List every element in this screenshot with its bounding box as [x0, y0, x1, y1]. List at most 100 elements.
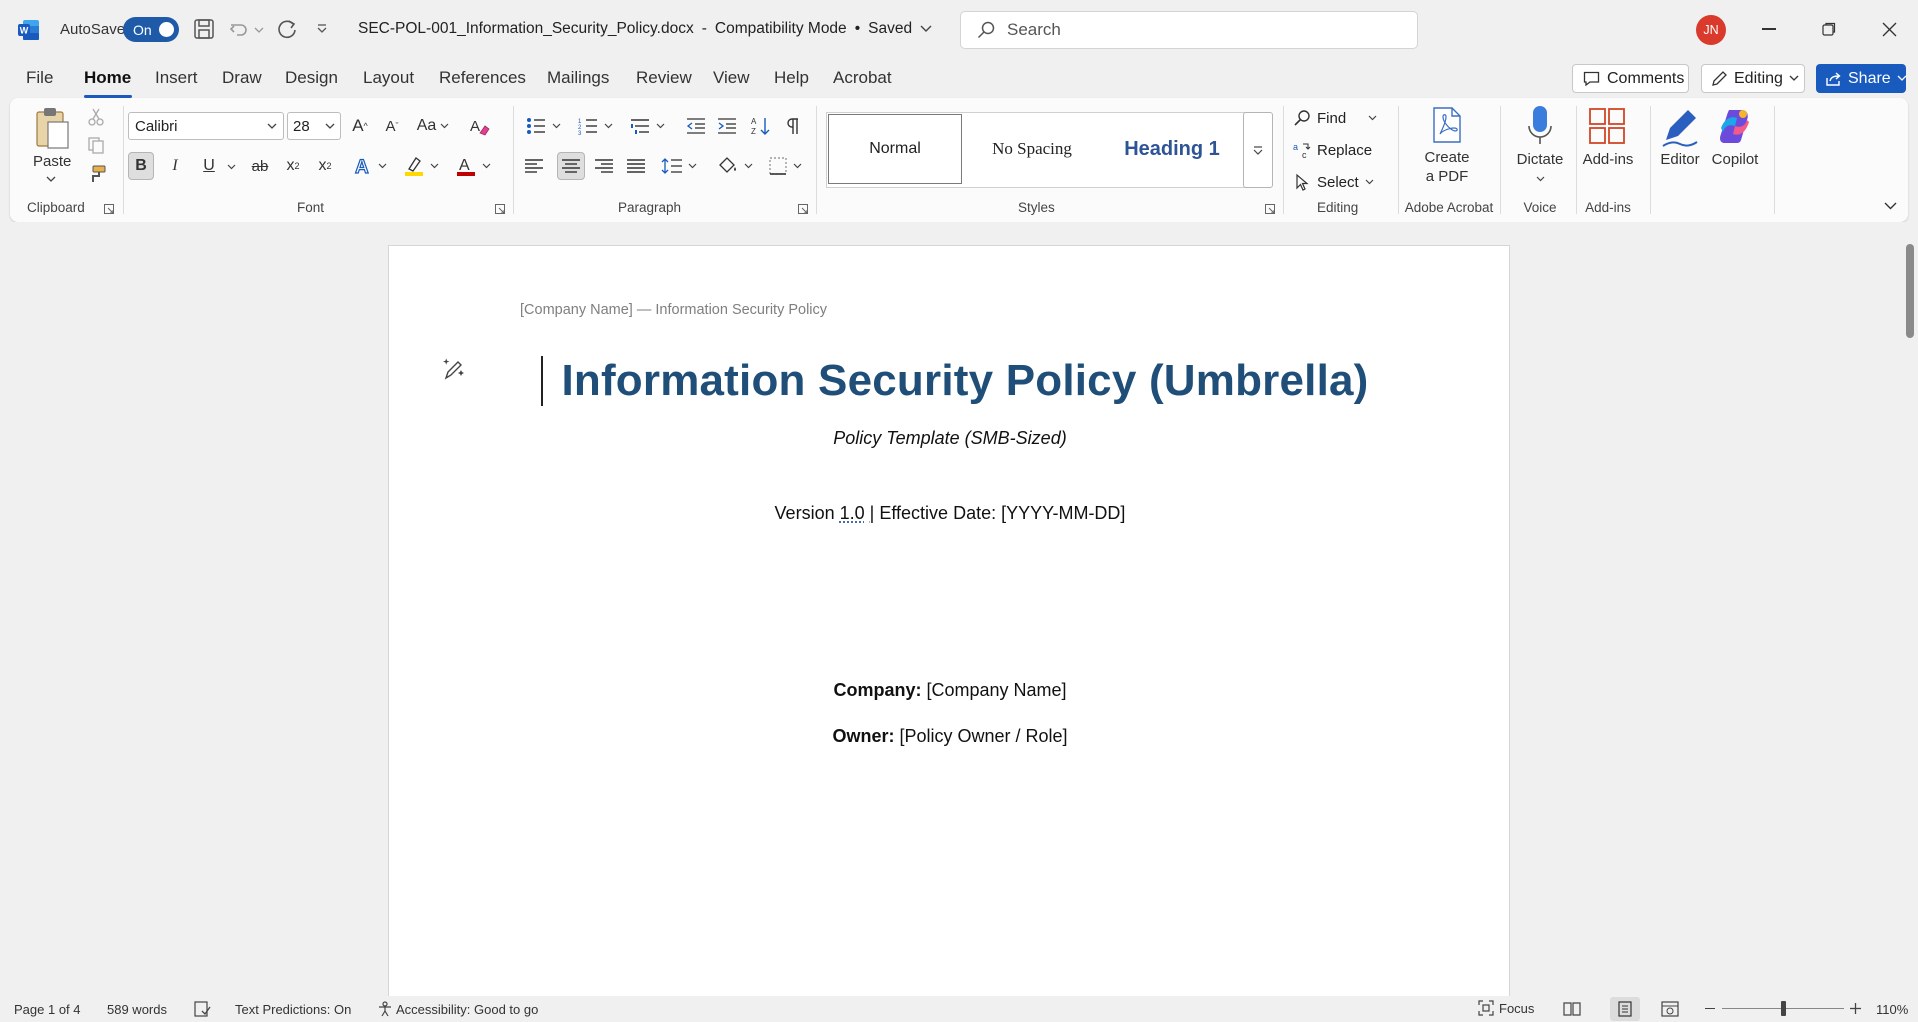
numbering-button[interactable]: 123 [572, 112, 618, 140]
document-title[interactable]: SEC-POL-001_Information_Security_Policy.… [358, 20, 932, 38]
tab-acrobat[interactable]: Acrobat [833, 68, 892, 88]
copilot-icon[interactable] [1715, 106, 1755, 146]
dictate-label[interactable]: Dictate [1507, 150, 1573, 169]
tab-view[interactable]: View [713, 68, 750, 88]
show-formatting-marks-button[interactable] [780, 112, 806, 140]
editing-mode-button[interactable]: Editing [1701, 64, 1805, 93]
document-title[interactable]: Information Security Policy (Umbrella) [389, 356, 1511, 406]
vertical-scrollbar[interactable] [1902, 222, 1918, 996]
web-layout-icon[interactable] [1661, 1001, 1679, 1017]
zoom-in-icon[interactable] [1850, 1003, 1861, 1014]
zoom-out-icon[interactable] [1705, 1008, 1715, 1010]
shrink-font-button[interactable]: Aˇ [379, 112, 405, 140]
focus-button[interactable]: Focus [1478, 1000, 1534, 1016]
cut-icon[interactable] [87, 108, 105, 126]
styles-more-button[interactable] [1243, 112, 1273, 188]
paste-label[interactable]: Paste [33, 152, 71, 171]
collapse-ribbon-icon[interactable] [1884, 202, 1897, 210]
tab-references[interactable]: References [439, 68, 526, 88]
underline-dropdown-icon[interactable] [227, 164, 236, 170]
sort-button[interactable]: AZ [748, 112, 774, 140]
text-predictions[interactable]: Text Predictions: On [235, 1002, 351, 1017]
highlight-color-button[interactable] [400, 152, 442, 180]
document-page[interactable]: [Company Name] — Information Security Po… [388, 245, 1510, 996]
scrollbar-thumb[interactable] [1906, 244, 1914, 338]
bullets-button[interactable] [520, 112, 566, 140]
page-header[interactable]: [Company Name] — Information Security Po… [520, 302, 827, 318]
autosave-toggle[interactable]: On [123, 17, 179, 42]
page-count[interactable]: Page 1 of 4 [14, 1002, 81, 1017]
tab-design[interactable]: Design [285, 68, 338, 88]
version-line[interactable]: Version 1.0 | Effective Date: [YYYY-MM-D… [389, 503, 1511, 524]
grow-font-button[interactable]: A ^ [347, 112, 373, 140]
tab-home[interactable]: Home [84, 68, 131, 88]
text-effects-button[interactable]: A [350, 152, 390, 180]
font-launcher-icon[interactable] [495, 204, 505, 214]
undo-dropdown-icon[interactable] [254, 26, 264, 34]
redo-icon[interactable] [276, 18, 298, 40]
share-button[interactable]: Share [1816, 64, 1907, 93]
align-left-button[interactable] [520, 152, 548, 180]
format-painter-icon[interactable] [87, 164, 107, 184]
copy-icon[interactable] [87, 136, 105, 154]
tab-insert[interactable]: Insert [155, 68, 198, 88]
create-pdf-icon[interactable] [1430, 106, 1464, 144]
font-color-button[interactable]: A [452, 152, 494, 180]
user-avatar[interactable]: JN [1696, 15, 1726, 45]
tab-mailings[interactable]: Mailings [547, 68, 609, 88]
borders-button[interactable] [764, 152, 806, 180]
subscript-button[interactable]: x2 [280, 152, 306, 180]
tab-file[interactable]: File [26, 68, 53, 88]
shading-button[interactable] [714, 152, 756, 180]
style-no-spacing[interactable]: No Spacing [965, 114, 1099, 184]
search-box[interactable]: Search [960, 11, 1418, 49]
tab-review[interactable]: Review [636, 68, 692, 88]
zoom-slider-thumb[interactable] [1781, 1001, 1786, 1016]
document-subtitle[interactable]: Policy Template (SMB-Sized) [389, 428, 1511, 449]
comments-button[interactable]: Comments [1572, 64, 1689, 93]
microphone-icon[interactable] [1527, 104, 1553, 148]
bold-button[interactable]: B [128, 152, 154, 180]
copilot-label[interactable]: Copilot [1706, 150, 1764, 169]
align-center-button[interactable] [557, 152, 585, 180]
replace-button[interactable]: ac Replace [1293, 138, 1372, 162]
tab-draw[interactable]: Draw [222, 68, 262, 88]
clipboard-launcher-icon[interactable] [104, 204, 114, 214]
restore-icon[interactable] [1822, 22, 1836, 36]
create-pdf-button[interactable]: Create a PDF [1415, 148, 1479, 186]
word-count[interactable]: 589 words [107, 1002, 167, 1017]
paste-dropdown-icon[interactable] [46, 176, 56, 183]
find-button[interactable]: Find [1293, 106, 1377, 130]
multilevel-list-button[interactable] [624, 112, 670, 140]
tab-help[interactable]: Help [774, 68, 809, 88]
paragraph-launcher-icon[interactable] [798, 204, 808, 214]
proofing-icon[interactable] [194, 1001, 211, 1017]
paste-icon[interactable] [33, 106, 71, 150]
close-icon[interactable] [1882, 22, 1897, 37]
editor-label[interactable]: Editor [1653, 150, 1707, 169]
minimize-icon[interactable] [1762, 28, 1776, 30]
select-button[interactable]: Select [1293, 170, 1374, 194]
customize-qat-icon[interactable] [316, 24, 328, 34]
undo-icon[interactable] [228, 18, 250, 40]
company-line[interactable]: Company: [Company Name] [389, 680, 1511, 701]
tab-layout[interactable]: Layout [363, 68, 414, 88]
editor-icon[interactable] [1660, 106, 1700, 148]
addins-label[interactable]: Add-ins [1580, 150, 1636, 169]
underline-button[interactable]: U [196, 152, 222, 180]
align-right-button[interactable] [590, 152, 618, 180]
zoom-level[interactable]: 110% [1876, 1002, 1908, 1017]
read-mode-icon[interactable] [1563, 1001, 1581, 1017]
italic-button[interactable]: I [162, 152, 188, 180]
accessibility-status[interactable]: Accessibility: Good to go [396, 1002, 538, 1017]
superscript-button[interactable]: x2 [312, 152, 338, 180]
accessibility-icon[interactable] [377, 1001, 393, 1017]
owner-line[interactable]: Owner: [Policy Owner / Role] [389, 726, 1511, 747]
font-size-select[interactable]: 28 [287, 112, 341, 140]
justify-button[interactable] [622, 152, 650, 180]
decrease-indent-button[interactable] [683, 112, 709, 140]
print-layout-icon[interactable] [1610, 997, 1640, 1021]
font-name-select[interactable]: Calibri [128, 112, 284, 140]
line-spacing-button[interactable] [658, 152, 700, 180]
dictate-dropdown-icon[interactable] [1536, 176, 1545, 182]
